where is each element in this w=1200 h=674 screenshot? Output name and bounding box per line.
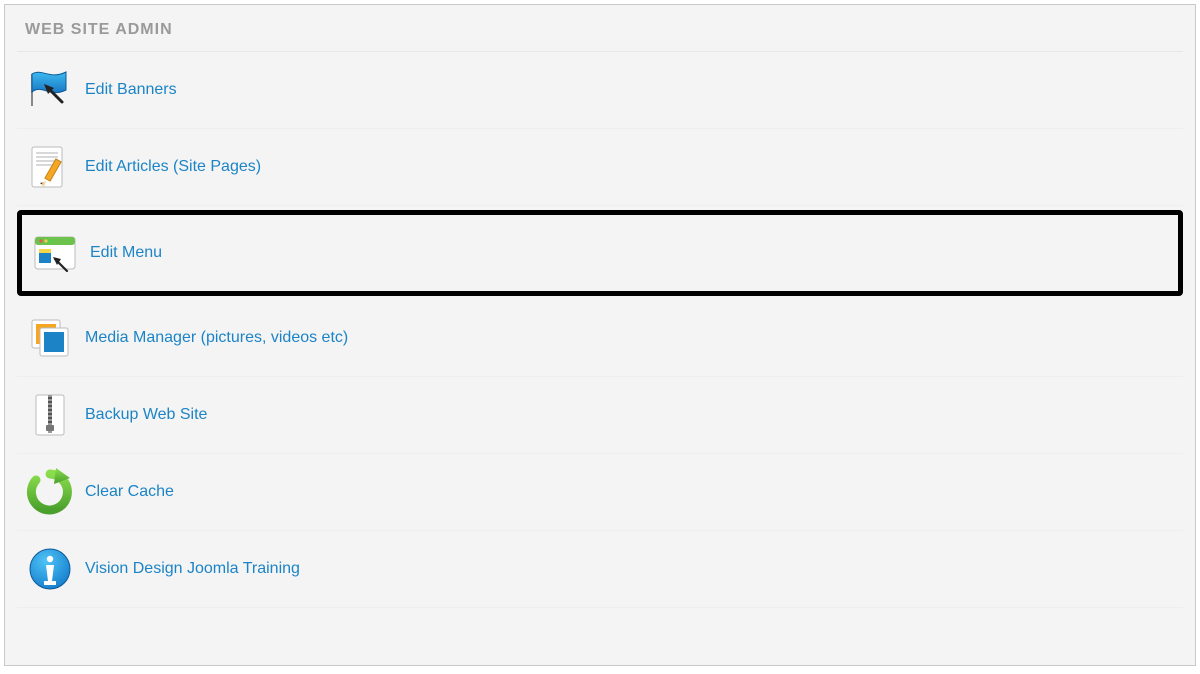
panel-title: WEB SITE ADMIN [17, 15, 1183, 52]
menu-item-label: Vision Design Joomla Training [85, 560, 300, 578]
menu-window-icon [26, 227, 84, 279]
admin-panel-container: WEB SITE ADMIN Edit Banners [4, 4, 1196, 666]
article-pencil-icon [21, 141, 79, 193]
menu-item-clear-cache[interactable]: Clear Cache [17, 454, 1183, 531]
menu-item-label: Clear Cache [85, 483, 174, 501]
menu-item-backup-website[interactable]: Backup Web Site [17, 377, 1183, 454]
refresh-icon [21, 466, 79, 518]
banner-flag-icon [21, 64, 79, 116]
menu-item-edit-articles[interactable]: Edit Articles (Site Pages) [17, 129, 1183, 206]
menu-item-edit-banners[interactable]: Edit Banners [17, 52, 1183, 129]
admin-panel: WEB SITE ADMIN Edit Banners [17, 15, 1183, 655]
menu-item-label: Edit Menu [90, 244, 162, 262]
menu-item-label: Media Manager (pictures, videos etc) [85, 329, 348, 347]
menu-item-label: Edit Banners [85, 81, 177, 99]
menu-item-edit-menu[interactable]: Edit Menu [17, 210, 1183, 296]
menu-item-label: Backup Web Site [85, 406, 207, 424]
menu-item-joomla-training[interactable]: Vision Design Joomla Training [17, 531, 1183, 608]
media-pictures-icon [21, 312, 79, 364]
menu-item-media-manager[interactable]: Media Manager (pictures, videos etc) [17, 300, 1183, 377]
zip-file-icon [21, 389, 79, 441]
info-icon [21, 543, 79, 595]
menu-item-label: Edit Articles (Site Pages) [85, 158, 261, 176]
